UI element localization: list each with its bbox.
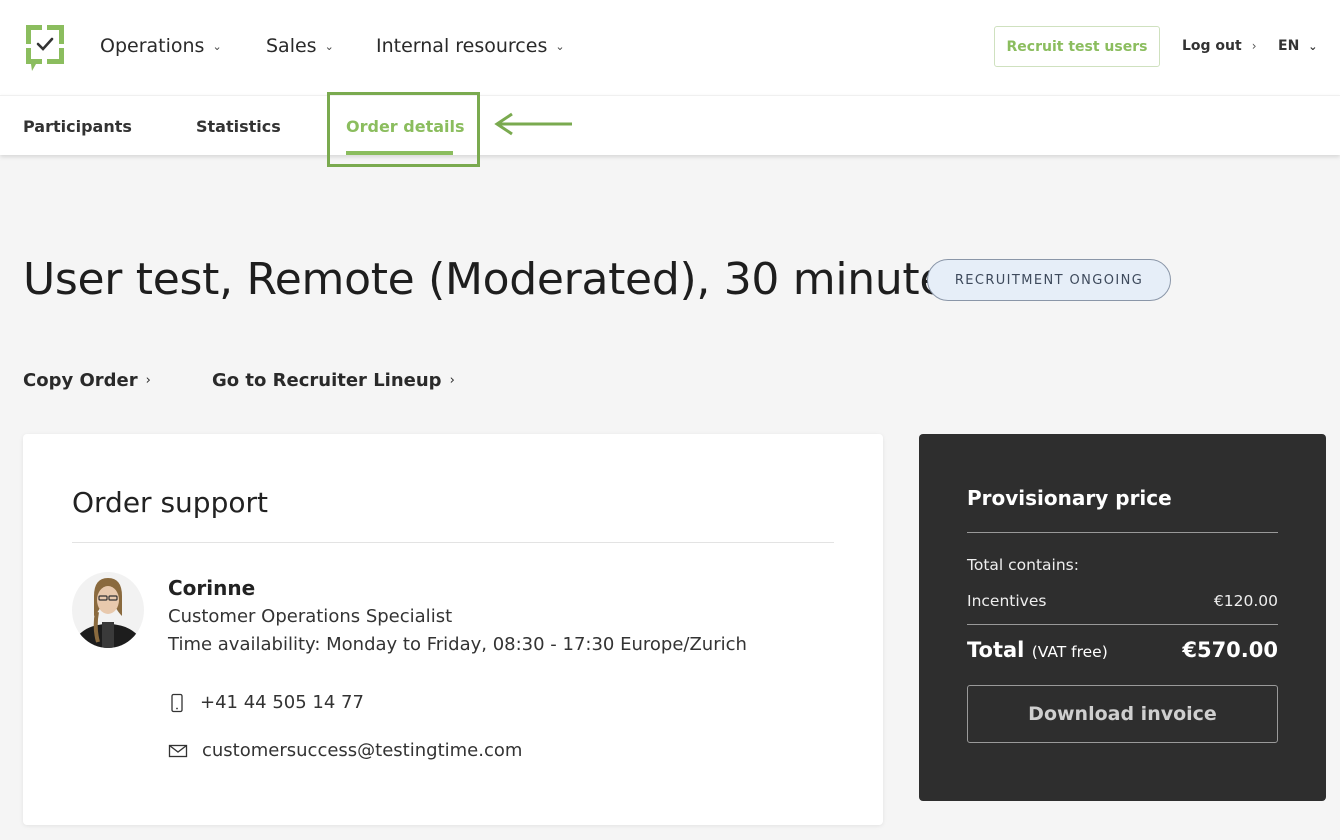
order-support-card: Order support Corinne Customer Operation… [23,434,883,825]
mail-icon [168,744,188,757]
chevron-right-icon: › [449,373,455,388]
vat-note: (VAT free) [1031,643,1108,661]
recruit-test-users-button[interactable]: Recruit test users [994,26,1160,67]
order-support-title: Order support [72,486,268,519]
language-label: EN [1278,38,1300,54]
copy-order-label: Copy Order [23,370,138,391]
total-label-text: Total [967,638,1025,662]
chevron-right-icon: › [145,373,151,388]
support-availability: Time availability: Monday to Friday, 08:… [168,634,747,655]
chevron-down-icon: ⌄ [555,39,565,53]
annotation-arrow-icon [494,112,572,136]
total-value: €570.00 [1182,638,1278,662]
recruiter-lineup-label: Go to Recruiter Lineup [212,370,442,391]
download-invoice-button[interactable]: Download invoice [967,685,1278,743]
nav-operations-label: Operations [100,35,205,57]
tab-participants[interactable]: Participants [23,117,132,136]
nav-operations[interactable]: Operations ⌄ [100,35,222,57]
copy-order-link[interactable]: Copy Order › [23,370,151,391]
email-row: customersuccess@testingtime.com [168,740,522,761]
divider [967,624,1278,625]
chevron-down-icon: ⌄ [1308,39,1318,53]
total-label: Total (VAT free) [967,638,1108,662]
nav-internal-resources-label: Internal resources [376,35,548,57]
chevron-down-icon: ⌄ [324,39,334,53]
logout-label: Log out [1182,38,1242,54]
support-person-role: Customer Operations Specialist [168,606,453,627]
nav-sales[interactable]: Sales ⌄ [266,35,334,57]
logout-link[interactable]: Log out › [1182,38,1257,54]
total-contains-label: Total contains: [967,556,1079,574]
support-person-name: Corinne [168,576,256,600]
divider [967,532,1278,533]
avatar [72,572,144,648]
chevron-down-icon: ⌄ [212,39,222,53]
email-address[interactable]: customersuccess@testingtime.com [202,740,522,761]
nav-internal-resources[interactable]: Internal resources ⌄ [376,35,565,57]
nav-sales-label: Sales [266,35,317,57]
phone-number[interactable]: +41 44 505 14 77 [200,692,364,713]
annotation-highlight-box [327,92,480,167]
incentives-value: €120.00 [1213,592,1278,610]
logo-icon[interactable] [22,22,68,72]
tab-statistics[interactable]: Statistics [196,117,281,136]
phone-icon [171,693,183,712]
top-navigation-bar: Operations ⌄ Sales ⌄ Internal resources … [0,0,1340,95]
language-selector[interactable]: EN ⌄ [1278,38,1318,54]
status-badge: RECRUITMENT ONGOING [927,259,1171,301]
incentives-label: Incentives [967,592,1047,610]
divider [72,542,834,543]
page-title: User test, Remote (Moderated), 30 minute… [23,254,969,305]
phone-row: +41 44 505 14 77 [168,692,364,713]
chevron-right-icon: › [1251,39,1257,53]
price-title: Provisionary price [967,486,1172,510]
recruiter-lineup-link[interactable]: Go to Recruiter Lineup › [212,370,455,391]
order-tabs: Participants Statistics Order details [0,95,1340,155]
provisionary-price-card: Provisionary price Total contains: Incen… [919,434,1326,801]
